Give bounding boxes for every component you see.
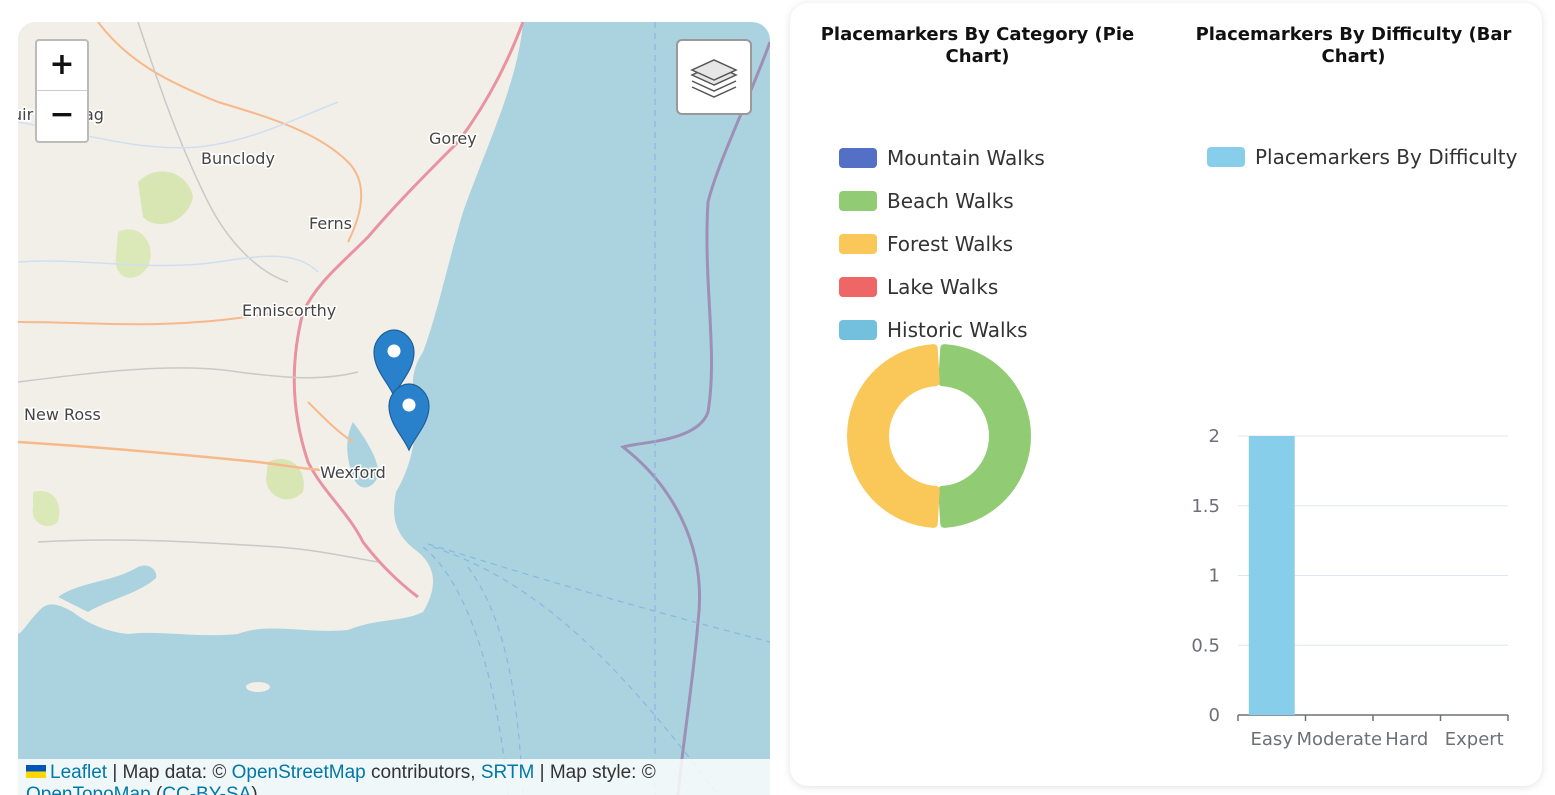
y-tick-label: 0.5 bbox=[1191, 635, 1220, 656]
map-canvas[interactable]: uir ag Gorey Bunclody Ferns Enniscorthy … bbox=[18, 22, 770, 795]
attribution-text: | Map style: © bbox=[534, 762, 656, 783]
shipping-lane bbox=[422, 546, 509, 795]
charts-panel: Placemarkers By Category (Pie Chart) Pla… bbox=[790, 3, 1542, 786]
x-tick-label: Expert bbox=[1445, 729, 1504, 750]
charts-svg: 0 0.5 1 1.5 2 Easy Moderate Hard Expert bbox=[847, 344, 1509, 750]
x-tick-label: Hard bbox=[1385, 729, 1428, 750]
y-tick-label: 2 bbox=[1209, 426, 1220, 447]
y-tick-label: 0 bbox=[1209, 705, 1220, 726]
bar-easy bbox=[1248, 436, 1295, 715]
shipping-lane bbox=[427, 543, 770, 643]
y-tick-label: 1.5 bbox=[1191, 496, 1220, 517]
map-attribution: Leaflet | Map data: © OpenStreetMap cont… bbox=[18, 759, 770, 795]
place-label-gorey: Gorey bbox=[429, 129, 477, 148]
x-tick-label: Moderate bbox=[1296, 729, 1382, 750]
leaflet-link[interactable]: Leaflet bbox=[50, 762, 107, 783]
place-label-new-ross: New Ross bbox=[24, 405, 101, 424]
attribution-text: | Map data: © bbox=[107, 762, 232, 783]
layers-icon bbox=[690, 59, 738, 98]
attribution-text: ( bbox=[150, 784, 163, 795]
x-tick-label: Easy bbox=[1251, 729, 1294, 750]
place-label-bunclody: Bunclody bbox=[201, 149, 275, 168]
maritime-boundary bbox=[619, 41, 770, 795]
map-panel[interactable]: uir ag Gorey Bunclody Ferns Enniscorthy … bbox=[18, 22, 770, 795]
attribution-text: contributors, bbox=[365, 762, 481, 783]
ukraine-flag-icon bbox=[26, 765, 46, 778]
pie-slice-beach-walks bbox=[938, 344, 1031, 528]
place-label-enniscorthy: Enniscorthy bbox=[242, 301, 336, 320]
y-tick-label: 1 bbox=[1209, 566, 1220, 587]
island bbox=[246, 682, 270, 692]
place-label-partial: uir bbox=[18, 105, 34, 124]
zoom-out-button[interactable]: − bbox=[37, 91, 87, 141]
cc-by-sa-link[interactable]: CC-BY-SA bbox=[162, 784, 251, 795]
place-label-ferns: Ferns bbox=[309, 214, 352, 233]
srtm-link[interactable]: SRTM bbox=[481, 762, 534, 783]
place-label-wexford: Wexford bbox=[320, 463, 386, 482]
zoom-in-button[interactable]: + bbox=[37, 41, 87, 91]
layers-button[interactable] bbox=[676, 39, 752, 115]
attribution-text: ) bbox=[251, 784, 258, 795]
openstreetmap-link[interactable]: OpenStreetMap bbox=[232, 762, 366, 783]
pie-slice-forest-walks bbox=[847, 344, 940, 528]
shipping-lane bbox=[432, 546, 719, 795]
opentopomap-link[interactable]: OpenTopoMap bbox=[26, 784, 151, 795]
zoom-control: + − bbox=[35, 39, 89, 143]
